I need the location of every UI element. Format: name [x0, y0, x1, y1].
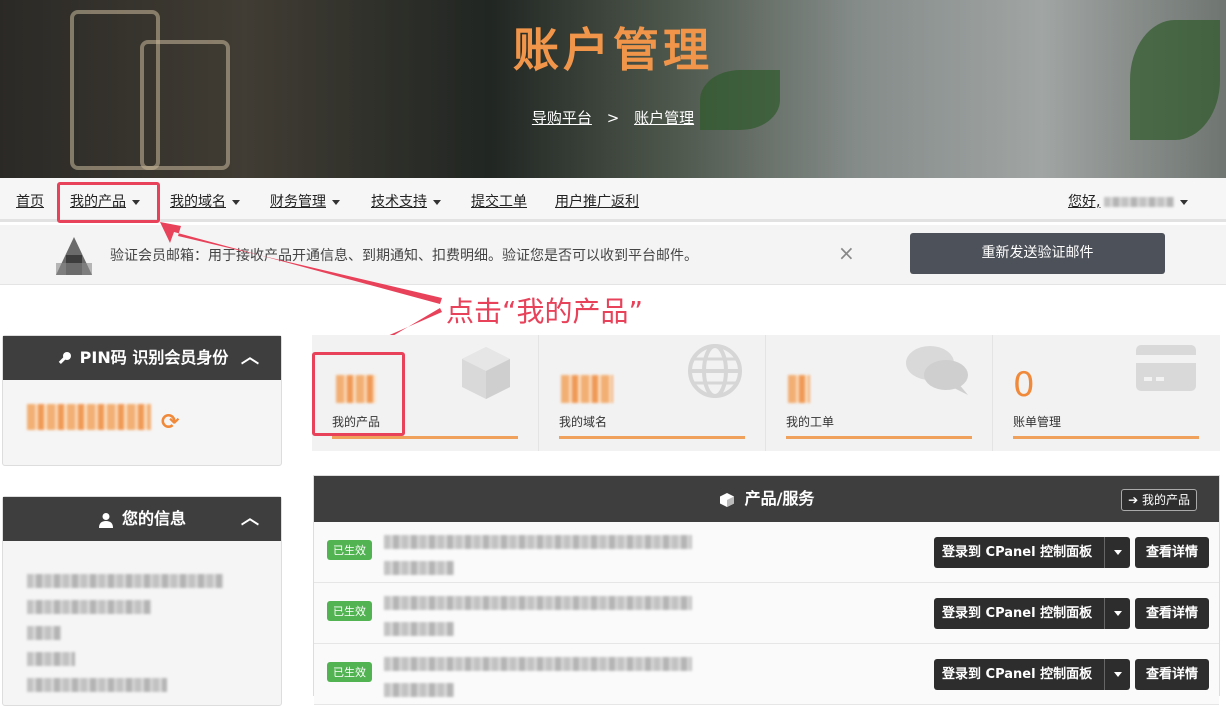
hero-banner: 账户管理 导购平台 > 账户管理	[0, 0, 1226, 178]
service-row: 已生效 登录到 CPanel 控制面板 查看详情	[314, 522, 1219, 583]
stat-value: 0	[1013, 365, 1035, 405]
pin-panel-header[interactable]: PIN码 识别会员身份 ︿	[3, 336, 281, 380]
credit-card-icon	[1136, 345, 1196, 391]
stat-underline	[559, 436, 745, 439]
avatar	[52, 233, 96, 277]
redacted-info-line	[27, 677, 167, 696]
email-verify-notice: 验证会员邮箱：用于接收产品开通信息、到期通知、扣费明细。验证您是否可以收到平台邮…	[0, 225, 1226, 285]
cpanel-login-label: 登录到 CPanel 控制面板	[942, 545, 1093, 560]
service-row: 已生效 登录到 CPanel 控制面板 查看详情	[314, 583, 1219, 644]
box-icon	[462, 347, 510, 399]
user-icon	[98, 512, 113, 528]
redacted-count	[788, 375, 810, 403]
stat-card-tickets[interactable]: 我的工单	[766, 335, 993, 451]
breadcrumb-current-link[interactable]: 账户管理	[634, 109, 694, 127]
box-icon	[719, 492, 734, 507]
refresh-icon[interactable]: ⟳	[161, 410, 179, 435]
cpanel-login-button[interactable]: 登录到 CPanel 控制面板	[934, 598, 1130, 629]
nav-item-submit-ticket[interactable]: 提交工单	[471, 191, 527, 211]
cpanel-login-button[interactable]: 登录到 CPanel 控制面板	[934, 659, 1130, 690]
chevron-down-icon	[232, 199, 240, 205]
chevron-down-icon[interactable]	[1104, 537, 1130, 568]
close-icon[interactable]: ×	[838, 241, 855, 265]
key-icon	[58, 351, 71, 364]
redacted-info-line	[27, 573, 223, 592]
arrow-right-icon: ➔	[1128, 493, 1142, 507]
stat-card-billing[interactable]: 0 账单管理	[993, 335, 1220, 451]
breadcrumb: 导购平台 > 账户管理	[0, 107, 1226, 128]
services-title: 产品/服务	[744, 489, 815, 508]
user-menu[interactable]: 您好,	[1068, 191, 1189, 211]
stats-row: 我的产品 我的域名 我的工单 0 账单管理	[312, 335, 1220, 451]
nav-item-my-domains[interactable]: 我的域名	[170, 191, 240, 211]
resend-verification-button[interactable]: 重新发送验证邮件	[910, 233, 1165, 274]
stat-label: 我的工单	[786, 415, 835, 429]
pin-panel: PIN码 识别会员身份 ︿ ⟳	[2, 335, 282, 466]
view-details-button[interactable]: 查看详情	[1135, 537, 1209, 568]
my-products-button[interactable]: ➔ 我的产品	[1121, 489, 1197, 511]
cpanel-login-label: 登录到 CPanel 控制面板	[942, 667, 1093, 682]
cpanel-login-label: 登录到 CPanel 控制面板	[942, 606, 1093, 621]
stat-underline	[332, 436, 518, 439]
notice-text: 验证会员邮箱：用于接收产品开通信息、到期通知、扣费明细。验证您是否可以收到平台邮…	[110, 248, 698, 264]
page-title: 账户管理	[513, 23, 713, 77]
highlight-box-card	[312, 352, 405, 436]
chevron-down-icon	[433, 199, 441, 205]
redacted-service-name	[384, 656, 692, 701]
stat-label: 我的域名	[559, 415, 608, 429]
redacted-service-name	[384, 534, 692, 579]
chevron-down-icon	[332, 199, 340, 205]
nav-item-affiliate[interactable]: 用户推广返利	[555, 191, 639, 211]
redacted-service-name	[384, 595, 692, 640]
stat-label: 账单管理	[1013, 415, 1062, 429]
stat-underline	[786, 436, 972, 439]
chevron-down-icon[interactable]	[1104, 659, 1130, 690]
redacted-username	[1104, 197, 1175, 207]
nav-item-finance[interactable]: 财务管理	[270, 191, 340, 211]
collapse-icon[interactable]: ︿	[241, 497, 259, 541]
redacted-info-line	[27, 651, 75, 670]
redacted-count	[561, 375, 613, 403]
breadcrumb-separator: >	[606, 109, 620, 127]
info-panel-header[interactable]: 您的信息 ︿	[3, 497, 281, 541]
chevron-down-icon	[1180, 199, 1189, 205]
chat-icon	[906, 346, 968, 395]
nav-item-tech-support[interactable]: 技术支持	[371, 191, 441, 211]
my-products-label: 我的产品	[1141, 493, 1190, 507]
stat-card-domains[interactable]: 我的域名	[539, 335, 766, 451]
pin-panel-title: PIN码 识别会员身份	[79, 348, 229, 367]
services-panel-header: 产品/服务 ➔ 我的产品	[314, 476, 1219, 522]
status-badge: 已生效	[327, 662, 372, 682]
highlight-box-nav	[57, 182, 160, 223]
chevron-down-icon[interactable]	[1104, 598, 1130, 629]
redacted-pin	[27, 404, 151, 430]
breadcrumb-home-link[interactable]: 导购平台	[532, 109, 592, 127]
info-panel-title: 您的信息	[121, 509, 186, 528]
services-panel: 产品/服务 ➔ 我的产品 已生效 登录到 CPanel 控制面板 查看详情 已生…	[313, 475, 1220, 705]
redacted-info-line	[27, 599, 151, 618]
stat-underline	[1013, 436, 1199, 439]
pin-code	[27, 404, 151, 434]
cpanel-login-button[interactable]: 登录到 CPanel 控制面板	[934, 537, 1130, 568]
globe-icon	[688, 344, 742, 398]
main-nav: 首页 我的产品 我的域名 财务管理 技术支持 提交工单 用户推广返利 您好,	[0, 178, 1226, 222]
status-badge: 已生效	[327, 540, 372, 560]
nav-item-home[interactable]: 首页	[16, 191, 44, 211]
info-panel: 您的信息 ︿	[2, 496, 282, 706]
collapse-icon[interactable]: ︿	[241, 336, 259, 380]
status-badge: 已生效	[327, 601, 372, 621]
view-details-button[interactable]: 查看详情	[1135, 598, 1209, 629]
view-details-button[interactable]: 查看详情	[1135, 659, 1209, 690]
annotation-text: 点击“我的产品”	[446, 295, 644, 328]
redacted-info-line	[27, 625, 61, 644]
